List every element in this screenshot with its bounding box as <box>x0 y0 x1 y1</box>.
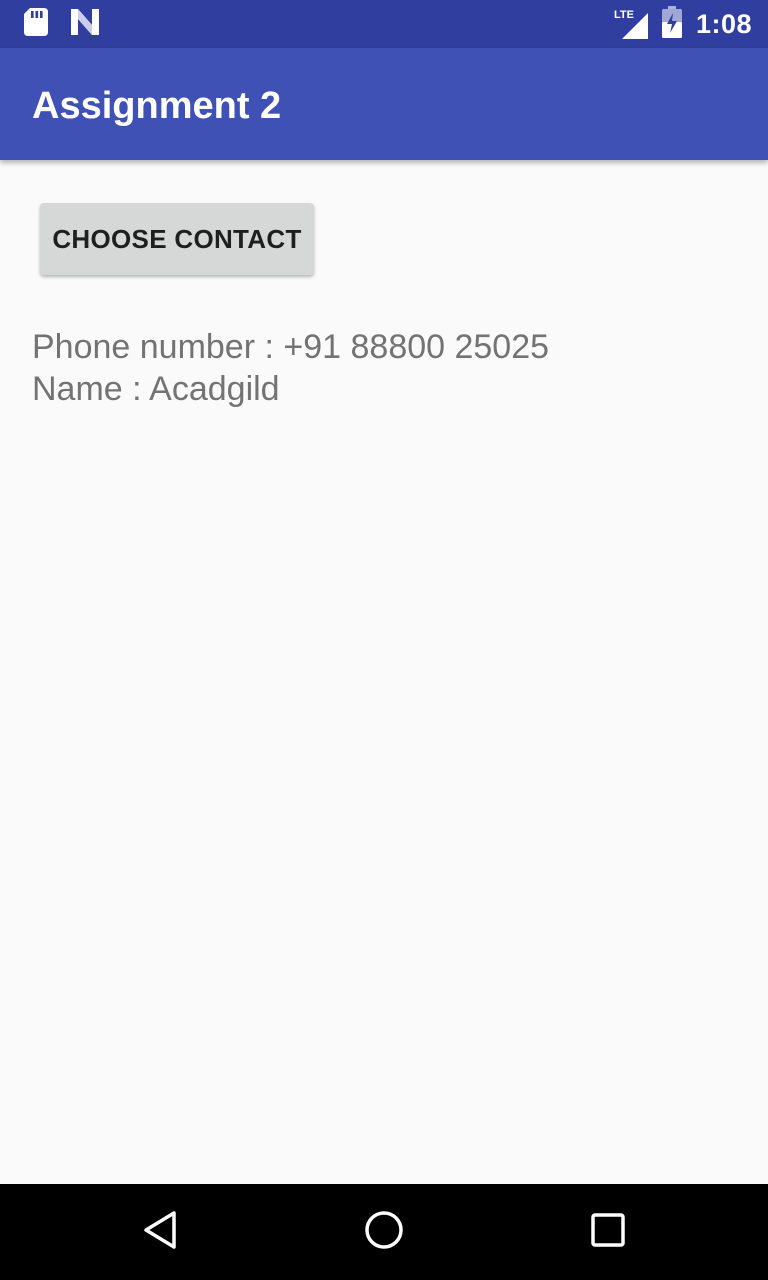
lte-signal-icon: LTE <box>614 9 648 39</box>
contact-name-text: Name : Acadgild <box>32 370 280 408</box>
status-right-icons: LTE 1:08 <box>614 5 752 43</box>
choose-contact-button[interactable]: CHOOSE CONTACT <box>40 203 314 275</box>
sd-card-icon <box>24 7 48 41</box>
status-bar: LTE 1:08 <box>0 0 768 48</box>
recents-button[interactable] <box>548 1184 668 1280</box>
home-button[interactable] <box>324 1184 444 1280</box>
screen: LTE 1:08 Assignment 2 CHOOSE CONTACT Pho… <box>0 0 768 1280</box>
navigation-bar <box>0 1184 768 1280</box>
recents-icon <box>590 1212 626 1253</box>
home-icon <box>363 1209 405 1256</box>
contact-result: Phone number : +91 88800 25025 Name : Ac… <box>32 326 732 410</box>
status-left-icons <box>24 7 100 41</box>
app-bar: Assignment 2 <box>0 48 768 160</box>
status-time: 1:08 <box>695 8 752 39</box>
back-icon <box>142 1210 178 1255</box>
back-button[interactable] <box>100 1184 220 1280</box>
battery-charging-icon <box>661 5 682 43</box>
app-title: Assignment 2 <box>32 85 282 127</box>
phone-number-text: Phone number : +91 88800 25025 <box>32 328 550 366</box>
notification-n-icon <box>70 8 100 40</box>
